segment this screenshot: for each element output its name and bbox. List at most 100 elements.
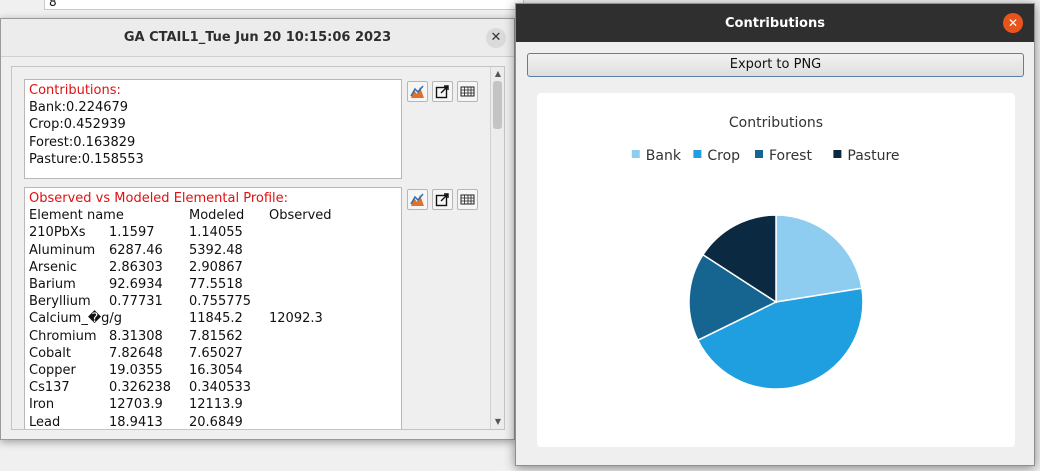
- table-cell: [269, 362, 349, 379]
- contributions-heading: Contributions:: [29, 83, 121, 98]
- table-cell: Copper: [29, 363, 76, 379]
- profile-rows: 210PbXs 1.1597 1.14055 Aluminum 6287.46 5392.…: [29, 224, 397, 430]
- table-cell: Aluminum: [29, 242, 96, 258]
- table-cell: [269, 224, 349, 241]
- results-scrollbar[interactable]: ▲ ▼: [490, 67, 504, 429]
- background-field[interactable]: 8: [44, 0, 524, 10]
- table-row: Cobalt 7.82648 7.65027: [29, 345, 397, 362]
- table-cell: [269, 276, 349, 293]
- legend-swatch: [631, 150, 640, 158]
- table-cell: 12113.9: [189, 397, 243, 413]
- column-header: Element name: [29, 208, 124, 224]
- results-titlebar[interactable]: GA CTAIL1_Tue Jun 20 10:15:06 2023 ✕: [1, 19, 514, 57]
- export-icon[interactable]: [432, 189, 453, 210]
- table-cell: 20.6849: [189, 414, 243, 430]
- legend-label: Crop: [707, 148, 740, 164]
- table-cell: 8.31308: [109, 328, 163, 344]
- legend-swatch: [833, 150, 842, 158]
- table-cell: [269, 414, 349, 429]
- legend-item: Forest: [755, 148, 812, 164]
- scroll-up-icon[interactable]: ▲: [492, 68, 504, 80]
- table-row: Cs137 0.326238 0.340533: [29, 379, 397, 396]
- table-cell: Cs137: [29, 380, 70, 396]
- profile-heading: Observed vs Modeled Elemental Profile:: [29, 191, 289, 206]
- profile-toolbar: [407, 189, 478, 210]
- export-png-button[interactable]: Export to PNG: [527, 53, 1024, 77]
- column-header: Modeled: [189, 208, 245, 224]
- table-cell: Iron: [29, 397, 55, 413]
- legend-swatch: [693, 150, 702, 158]
- export-icon[interactable]: [432, 81, 453, 102]
- table-cell: 1.14055: [189, 225, 243, 241]
- close-icon[interactable]: ✕: [486, 28, 506, 48]
- table-row: Arsenic 2.86303 2.90867: [29, 259, 397, 276]
- table-cell: [269, 396, 349, 413]
- table-row: Barium 92.6934 77.5518: [29, 276, 397, 293]
- table-cell: 2.86303: [109, 259, 163, 275]
- chart-area: Contributions Bank Crop Forest Pasture: [537, 93, 1015, 447]
- table-cell: Chromium: [29, 328, 97, 344]
- legend-item: Crop: [693, 148, 740, 164]
- contributions-toolbar: [407, 81, 478, 102]
- table-cell: 77.5518: [189, 277, 243, 293]
- chart-titlebar[interactable]: Contributions ✕: [516, 4, 1034, 42]
- results-window-title: GA CTAIL1_Tue Jun 20 10:15:06 2023: [123, 30, 392, 45]
- table-cell: 18.9413: [109, 414, 163, 430]
- contributions-chart-window: Contributions ✕ Export to PNG Contributi…: [515, 3, 1035, 466]
- table-cell: [269, 379, 349, 396]
- table-cell: 210PbXs: [29, 225, 86, 241]
- contribution-line: Pasture:0.158553: [29, 151, 144, 167]
- table-cell: [269, 345, 349, 362]
- table-cell: Beryllium: [29, 294, 91, 310]
- table-cell: 92.6934: [109, 277, 163, 293]
- table-row: Aluminum 6287.46 5392.48: [29, 242, 397, 259]
- table-cell: 2.90867: [189, 259, 243, 275]
- table-cell: 19.0355: [109, 363, 163, 379]
- chart-icon[interactable]: [407, 189, 428, 210]
- profile-header-row: Element name Modeled Observed: [29, 207, 397, 224]
- table-cell: [269, 328, 349, 345]
- contribution-line: Forest:0.163829: [29, 134, 136, 150]
- table-cell: 0.77731: [109, 294, 163, 310]
- table-row: Copper 19.0355 16.3054: [29, 362, 397, 379]
- table-cell: 7.82648: [109, 345, 163, 361]
- table-cell: 12092.3: [269, 311, 323, 327]
- table-cell: Cobalt: [29, 345, 71, 361]
- legend-label: Pasture: [847, 148, 899, 164]
- scroll-down-icon[interactable]: ▼: [492, 416, 504, 428]
- table-cell: Arsenic: [29, 259, 78, 275]
- table-cell: [269, 259, 349, 276]
- table-row: Chromium 8.31308 7.81562: [29, 328, 397, 345]
- table-icon[interactable]: [457, 81, 478, 102]
- contributions-panel[interactable]: Contributions: Bank:0.224679 Crop:0.4529…: [24, 79, 402, 179]
- table-cell: Barium: [29, 277, 76, 293]
- legend-swatch: [755, 150, 763, 158]
- table-cell: Lead: [29, 414, 61, 430]
- legend-label: Bank: [646, 148, 682, 164]
- legend-item: Bank: [631, 148, 682, 164]
- table-cell: [109, 310, 189, 327]
- chart-icon[interactable]: [407, 81, 428, 102]
- contribution-line: Crop:0.452939: [29, 117, 126, 133]
- chart-window-title: Contributions: [725, 15, 825, 31]
- profile-panel[interactable]: Observed vs Modeled Elemental Profile: E…: [24, 187, 402, 430]
- scroll-thumb[interactable]: [493, 81, 502, 129]
- pie-chart: Contributions Bank Crop Forest Pasture: [631, 115, 900, 390]
- table-row: Beryllium 0.77731 0.755775: [29, 293, 397, 310]
- table-cell: 16.3054: [189, 363, 243, 379]
- table-icon[interactable]: [457, 189, 478, 210]
- table-cell: 7.81562: [189, 328, 243, 344]
- close-icon[interactable]: ✕: [1003, 13, 1023, 33]
- table-row: Iron 12703.9 12113.9: [29, 396, 397, 413]
- table-row: Lead 18.9413 20.6849: [29, 414, 397, 430]
- chart-title: Contributions: [729, 115, 823, 131]
- table-cell: 1.1597: [109, 225, 155, 241]
- column-header: Observed: [269, 208, 332, 224]
- legend-label: Forest: [769, 148, 812, 164]
- pie-slice-bank: [775, 214, 863, 303]
- table-cell: 0.326238: [109, 380, 172, 396]
- chart-legend: Bank Crop Forest Pasture: [631, 148, 900, 164]
- table-cell: 0.755775: [189, 294, 252, 310]
- table-row: Calcium_�g/g 11845.2 12092.3: [29, 310, 397, 327]
- table-cell: 12703.9: [109, 397, 163, 413]
